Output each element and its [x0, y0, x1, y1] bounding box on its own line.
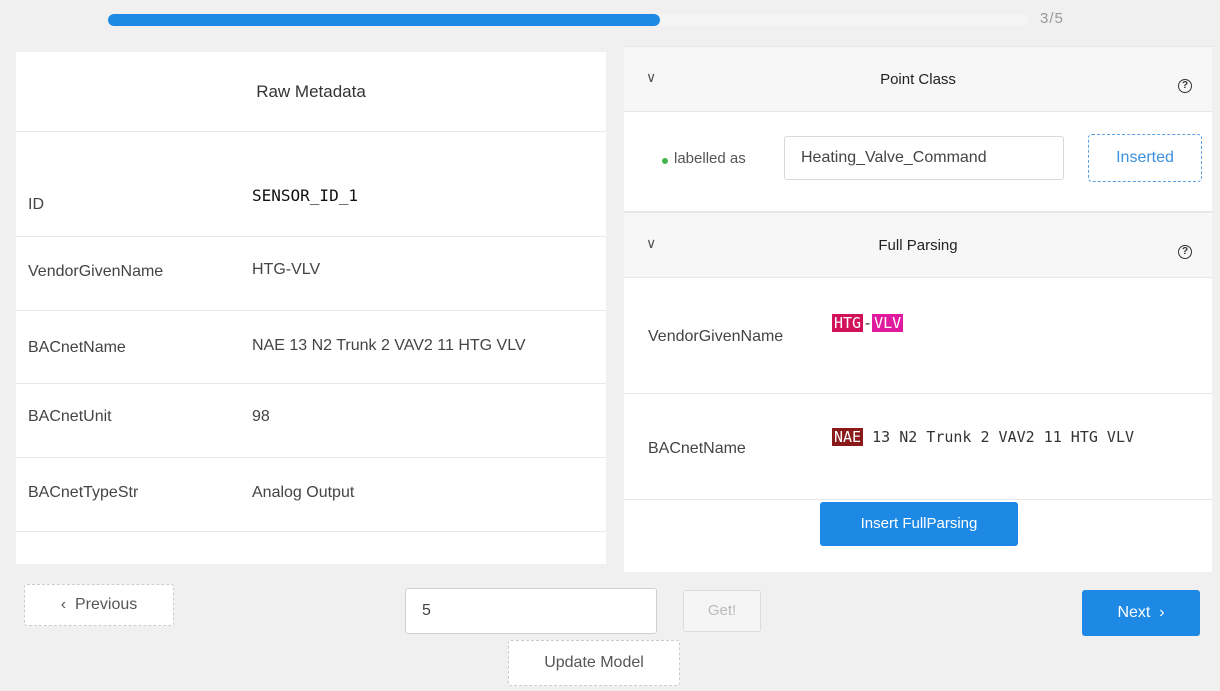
meta-value: SENSOR_ID_1: [252, 186, 358, 205]
meta-key: BACnetUnit: [28, 408, 112, 425]
question-circle-icon[interactable]: ?: [1178, 79, 1192, 93]
chevron-left-icon: ‹: [60, 596, 67, 613]
progress-fill: [108, 14, 660, 26]
raw-metadata-panel: Raw Metadata ID SENSOR_ID_1 VendorGivenN…: [16, 52, 606, 564]
progress-text: 3/5: [1040, 10, 1064, 27]
raw-metadata-title: Raw Metadata: [16, 52, 606, 132]
progress-bar: [108, 14, 1028, 26]
parse-row-bacnetname: BACnetName NAE 13 N2 Trunk 2 VAV2 11 HTG…: [624, 394, 1212, 500]
insert-full-parsing-button[interactable]: Insert FullParsing: [820, 502, 1018, 546]
parse-key: BACnetName: [648, 440, 746, 457]
parsed-tokens: HTG - VLV: [832, 314, 904, 332]
parsed-tokens: NAE 13 N2 Trunk 2 VAV2 11 HTG VLV: [832, 428, 1134, 446]
meta-row-id: ID SENSOR_ID_1: [16, 132, 606, 237]
next-label: Next: [1117, 604, 1151, 621]
point-class-header[interactable]: ∨ Point Class ?: [624, 46, 1212, 112]
update-model-button[interactable]: Update Model: [508, 640, 680, 686]
annotation-panel: ∨ Point Class ? labelled as Heating_Valv…: [624, 46, 1212, 572]
inserted-button[interactable]: Inserted: [1088, 134, 1202, 182]
question-circle-icon[interactable]: ?: [1178, 245, 1192, 259]
chevron-right-icon: ›: [1159, 604, 1165, 621]
previous-button[interactable]: ‹ Previous: [24, 584, 174, 626]
meta-value: HTG-VLV: [252, 261, 321, 278]
previous-label: Previous: [74, 596, 138, 613]
meta-row-vendorgivenname: VendorGivenName HTG-VLV: [16, 237, 606, 311]
token-rest: 13 N2 Trunk 2 VAV2 11 HTG VLV: [863, 428, 1135, 446]
meta-row-bacnetunit: BACnetUnit 98: [16, 384, 606, 458]
full-parsing-header[interactable]: ∨ Full Parsing ?: [624, 212, 1212, 278]
meta-key: ID: [28, 196, 44, 213]
next-button[interactable]: Next ›: [1082, 590, 1200, 636]
meta-key: BACnetTypeStr: [28, 484, 139, 501]
meta-key: BACnetName: [28, 339, 126, 356]
meta-value: 98: [252, 408, 270, 425]
page-number-input[interactable]: 5: [405, 588, 657, 634]
meta-row-bacnetname: BACnetName NAE 13 N2 Trunk 2 VAV2 11 HTG…: [16, 311, 606, 384]
meta-row-bacnettypestr: BACnetTypeStr Analog Output: [16, 458, 606, 532]
point-class-input[interactable]: Heating_Valve_Command: [784, 136, 1064, 180]
meta-value: NAE 13 N2 Trunk 2 VAV2 11 HTG VLV: [252, 337, 526, 354]
labelled-as-label: labelled as: [674, 150, 746, 167]
point-class-title: Point Class: [880, 71, 956, 88]
token-separator: -: [863, 314, 873, 332]
token-tag[interactable]: VLV: [872, 314, 904, 332]
token-tag[interactable]: HTG: [832, 314, 864, 332]
meta-key: VendorGivenName: [28, 263, 164, 280]
token-tag[interactable]: NAE: [832, 428, 864, 446]
get-button[interactable]: Get!: [683, 590, 761, 632]
meta-value: Analog Output: [252, 484, 355, 501]
point-class-body: labelled as Heating_Valve_Command Insert…: [624, 112, 1212, 212]
parse-row-vendorgivenname: VendorGivenName HTG - VLV: [624, 278, 1212, 394]
status-dot: [662, 158, 668, 164]
parse-key: VendorGivenName: [648, 328, 784, 345]
full-parsing-title: Full Parsing: [878, 237, 958, 254]
